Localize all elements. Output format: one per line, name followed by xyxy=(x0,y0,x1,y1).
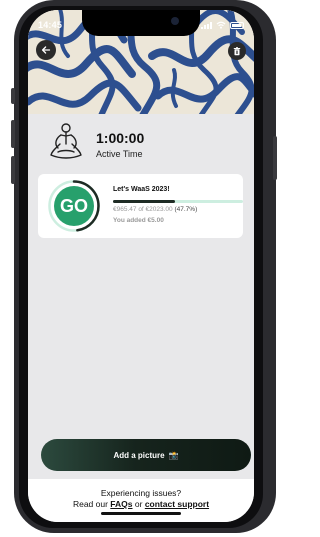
app-screen: 14:45 1:00:00 Active Time GO Let's WaaS … xyxy=(28,10,254,522)
volume-up-button xyxy=(11,120,15,148)
campaign-progress-fill xyxy=(113,200,175,203)
percent-value: (47.7%) xyxy=(174,206,198,213)
active-time-label: Active Time xyxy=(96,149,143,159)
campaign-card[interactable]: GO Let's WaaS 2023! €965.47 of €2023.00 … xyxy=(38,174,243,238)
back-arrow-icon xyxy=(41,46,51,54)
goal-amount: €2023.00 xyxy=(145,206,173,213)
of-word: of xyxy=(138,206,144,213)
support-footer: Experiencing issues? Read our FAQs or co… xyxy=(28,479,254,522)
campaign-title: Let's WaaS 2023! xyxy=(113,186,170,193)
trash-icon xyxy=(233,46,241,55)
add-picture-button[interactable]: Add a picture 📸 xyxy=(41,439,251,471)
back-button[interactable] xyxy=(36,40,56,60)
volume-down-button xyxy=(11,156,15,184)
status-icons xyxy=(201,21,244,29)
power-button xyxy=(273,136,277,180)
wifi-icon xyxy=(216,21,226,29)
go-badge: GO xyxy=(59,195,88,216)
campaign-progress-bar xyxy=(113,200,243,203)
battery-icon xyxy=(230,21,244,29)
signal-icon xyxy=(201,21,212,29)
camera-emoji-icon: 📸 xyxy=(168,450,179,460)
issues-text: Experiencing issues? xyxy=(100,488,182,498)
you-added-text: You added €5.00 xyxy=(113,217,164,224)
faqs-link[interactable]: FAQs xyxy=(110,499,132,509)
home-indicator[interactable] xyxy=(101,512,181,515)
read-our-text: Read our xyxy=(72,499,108,509)
mute-switch xyxy=(11,88,15,104)
active-time-value: 1:00:00 xyxy=(96,130,145,146)
support-links: Read our FAQs or contact support xyxy=(28,499,254,509)
amount-raised: €965.47 xyxy=(113,206,137,213)
campaign-amounts: €965.47 of €2023.00 (47.7%) xyxy=(113,206,197,213)
meditation-icon xyxy=(50,123,82,159)
contact-support-link[interactable]: contact support xyxy=(145,499,209,509)
delete-button[interactable] xyxy=(228,42,246,60)
add-picture-label: Add a picture xyxy=(113,450,165,460)
device-notch xyxy=(82,10,200,36)
status-time: 14:45 xyxy=(38,20,63,30)
active-time-section: 1:00:00 Active Time xyxy=(46,122,246,164)
hero-image: 14:45 xyxy=(28,10,254,114)
front-camera xyxy=(171,17,179,25)
or-text: or xyxy=(134,499,143,509)
